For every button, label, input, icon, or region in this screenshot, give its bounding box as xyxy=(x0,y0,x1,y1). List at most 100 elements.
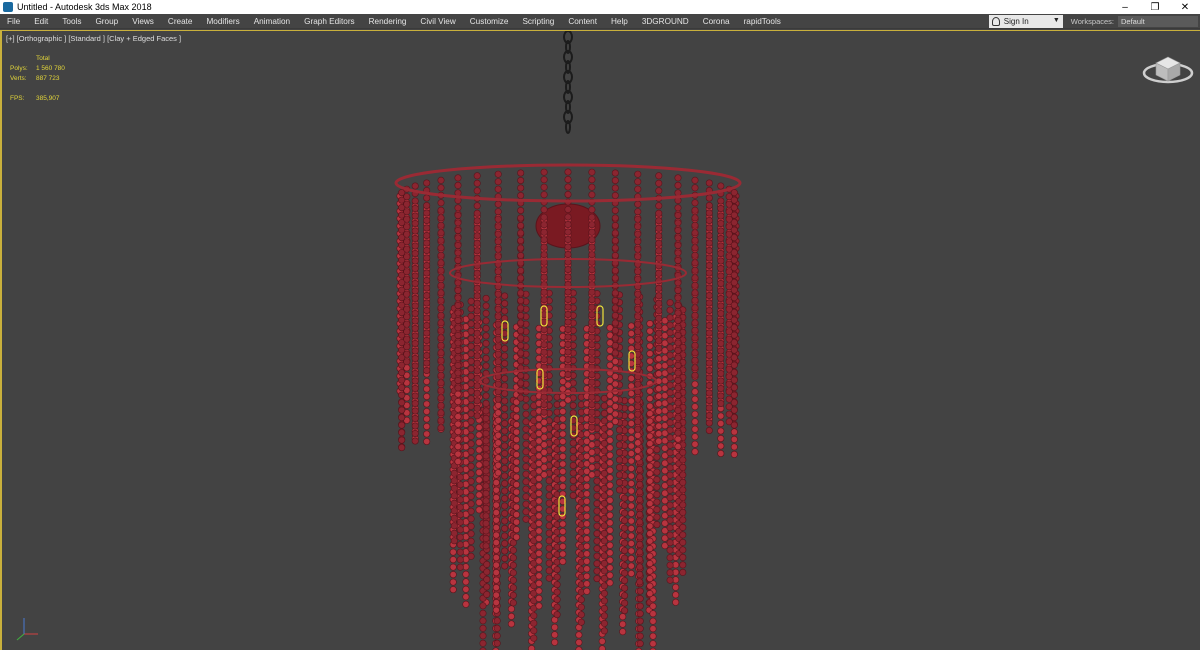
menu-corona[interactable]: Corona xyxy=(696,14,737,29)
crystal-bead xyxy=(403,260,411,268)
sign-in-button[interactable]: Sign In ▼ xyxy=(988,14,1063,28)
workspaces-dropdown[interactable]: Default xyxy=(1118,15,1198,27)
crystal-bead xyxy=(569,484,577,492)
crystal-bead xyxy=(501,449,509,457)
crystal-bead xyxy=(423,232,431,240)
crystal-bead xyxy=(454,405,462,413)
menu-rendering[interactable]: Rendering xyxy=(362,14,414,29)
crystal-bead xyxy=(411,272,419,280)
crystal-bead xyxy=(705,269,713,277)
menu-tools[interactable]: Tools xyxy=(55,14,88,29)
viewport-label-menu[interactable]: [+] [Orthographic ] [Standard ] [Clay + … xyxy=(6,34,181,43)
crystal-bead xyxy=(449,548,457,556)
crystal-bead xyxy=(509,576,517,584)
crystal-bead xyxy=(564,396,572,404)
crystal-bead xyxy=(450,469,458,477)
crystal-bead xyxy=(593,537,601,545)
crystal-bead xyxy=(559,422,567,430)
menu-edit[interactable]: Edit xyxy=(27,14,55,29)
viewcube-icon[interactable] xyxy=(1142,49,1194,89)
crystal-bead xyxy=(655,322,663,330)
crystal-bead xyxy=(473,299,481,307)
crystal-bead xyxy=(517,371,525,379)
restore-button[interactable]: ❐ xyxy=(1140,0,1170,14)
crystal-bead xyxy=(655,362,663,370)
crystal-bead xyxy=(403,230,411,238)
crystal-bead xyxy=(509,554,517,562)
crystal-bead xyxy=(606,564,614,572)
crystal-bead xyxy=(730,226,738,234)
crystal-bead xyxy=(588,318,596,326)
crystal-bead xyxy=(564,370,572,378)
crystal-bead xyxy=(545,514,553,522)
crystal-bead xyxy=(540,266,548,274)
crystal-bead xyxy=(705,277,713,285)
menu-file[interactable]: File xyxy=(0,14,27,29)
menu-animation[interactable]: Animation xyxy=(247,14,297,29)
crystal-bead xyxy=(691,266,699,274)
crystal-bead xyxy=(588,183,596,191)
crystal-bead xyxy=(627,322,635,330)
crystal-bead xyxy=(634,431,642,439)
crystal-bead xyxy=(456,473,464,481)
crystal-bead xyxy=(473,329,481,337)
menu-civil-view[interactable]: Civil View xyxy=(413,14,462,29)
crystal-bead xyxy=(730,316,738,324)
crystal-bead xyxy=(730,189,738,197)
crystal-bead xyxy=(730,219,738,227)
menu-content[interactable]: Content xyxy=(561,14,604,29)
crystal-bead xyxy=(569,476,577,484)
perspective-viewport[interactable]: [+] [Orthographic ] [Standard ] [Clay + … xyxy=(0,30,1200,650)
crystal-bead xyxy=(411,384,419,392)
crystal-bead xyxy=(564,318,572,326)
crystal-bead xyxy=(611,192,619,200)
crystal-bead xyxy=(674,219,682,227)
crystal-bead xyxy=(588,273,596,281)
crystal-bead xyxy=(467,327,475,335)
crystal-bead xyxy=(482,317,490,325)
menu-views[interactable]: Views xyxy=(125,14,161,29)
close-button[interactable]: ✕ xyxy=(1170,0,1200,14)
crystal-bead xyxy=(730,346,738,354)
menu-rapidtools[interactable]: rapidTools xyxy=(737,14,788,29)
menu-help[interactable]: Help xyxy=(604,14,635,29)
menu-graph-editors[interactable]: Graph Editors xyxy=(297,14,362,29)
crystal-bead xyxy=(674,391,682,399)
menu-customize[interactable]: Customize xyxy=(463,14,516,29)
crystal-bead xyxy=(456,526,464,534)
crystal-bead xyxy=(454,279,462,287)
menu-modifiers[interactable]: Modifiers xyxy=(199,14,246,29)
menu-3dground[interactable]: 3DGROUND xyxy=(635,14,696,29)
menu-group[interactable]: Group xyxy=(88,14,125,29)
crystal-bead xyxy=(482,302,490,310)
crystal-bead xyxy=(730,241,738,249)
crystal-bead xyxy=(545,537,553,545)
menu-scripting[interactable]: Scripting xyxy=(515,14,561,29)
crystal-bead xyxy=(611,357,619,365)
crystal-bead xyxy=(501,374,509,382)
crystal-bead xyxy=(403,238,411,246)
crystal-bead xyxy=(634,238,642,246)
crystal-bead xyxy=(454,428,462,436)
crystal-bead xyxy=(674,316,682,324)
minimize-button[interactable]: – xyxy=(1110,0,1140,14)
chandelier-model[interactable] xyxy=(2,31,1200,650)
menu-create[interactable]: Create xyxy=(161,14,200,29)
crystal-bead xyxy=(559,542,567,550)
crystal-bead xyxy=(615,471,623,479)
crystal-bead xyxy=(730,256,738,264)
crystal-bead xyxy=(606,496,614,504)
crystal-bead xyxy=(600,612,608,620)
crystal-bead xyxy=(540,393,548,401)
crystal-bead xyxy=(564,236,572,244)
crystal-bead xyxy=(705,411,713,419)
crystal-bead xyxy=(593,507,601,515)
crystal-bead xyxy=(411,280,419,288)
crystal-bead xyxy=(454,219,462,227)
crystal-bead xyxy=(509,584,517,592)
crystal-bead xyxy=(462,600,470,608)
crystal-bead xyxy=(522,425,530,433)
crystal-bead xyxy=(540,356,548,364)
crystal-bead xyxy=(454,249,462,257)
crystal-bead xyxy=(611,417,619,425)
